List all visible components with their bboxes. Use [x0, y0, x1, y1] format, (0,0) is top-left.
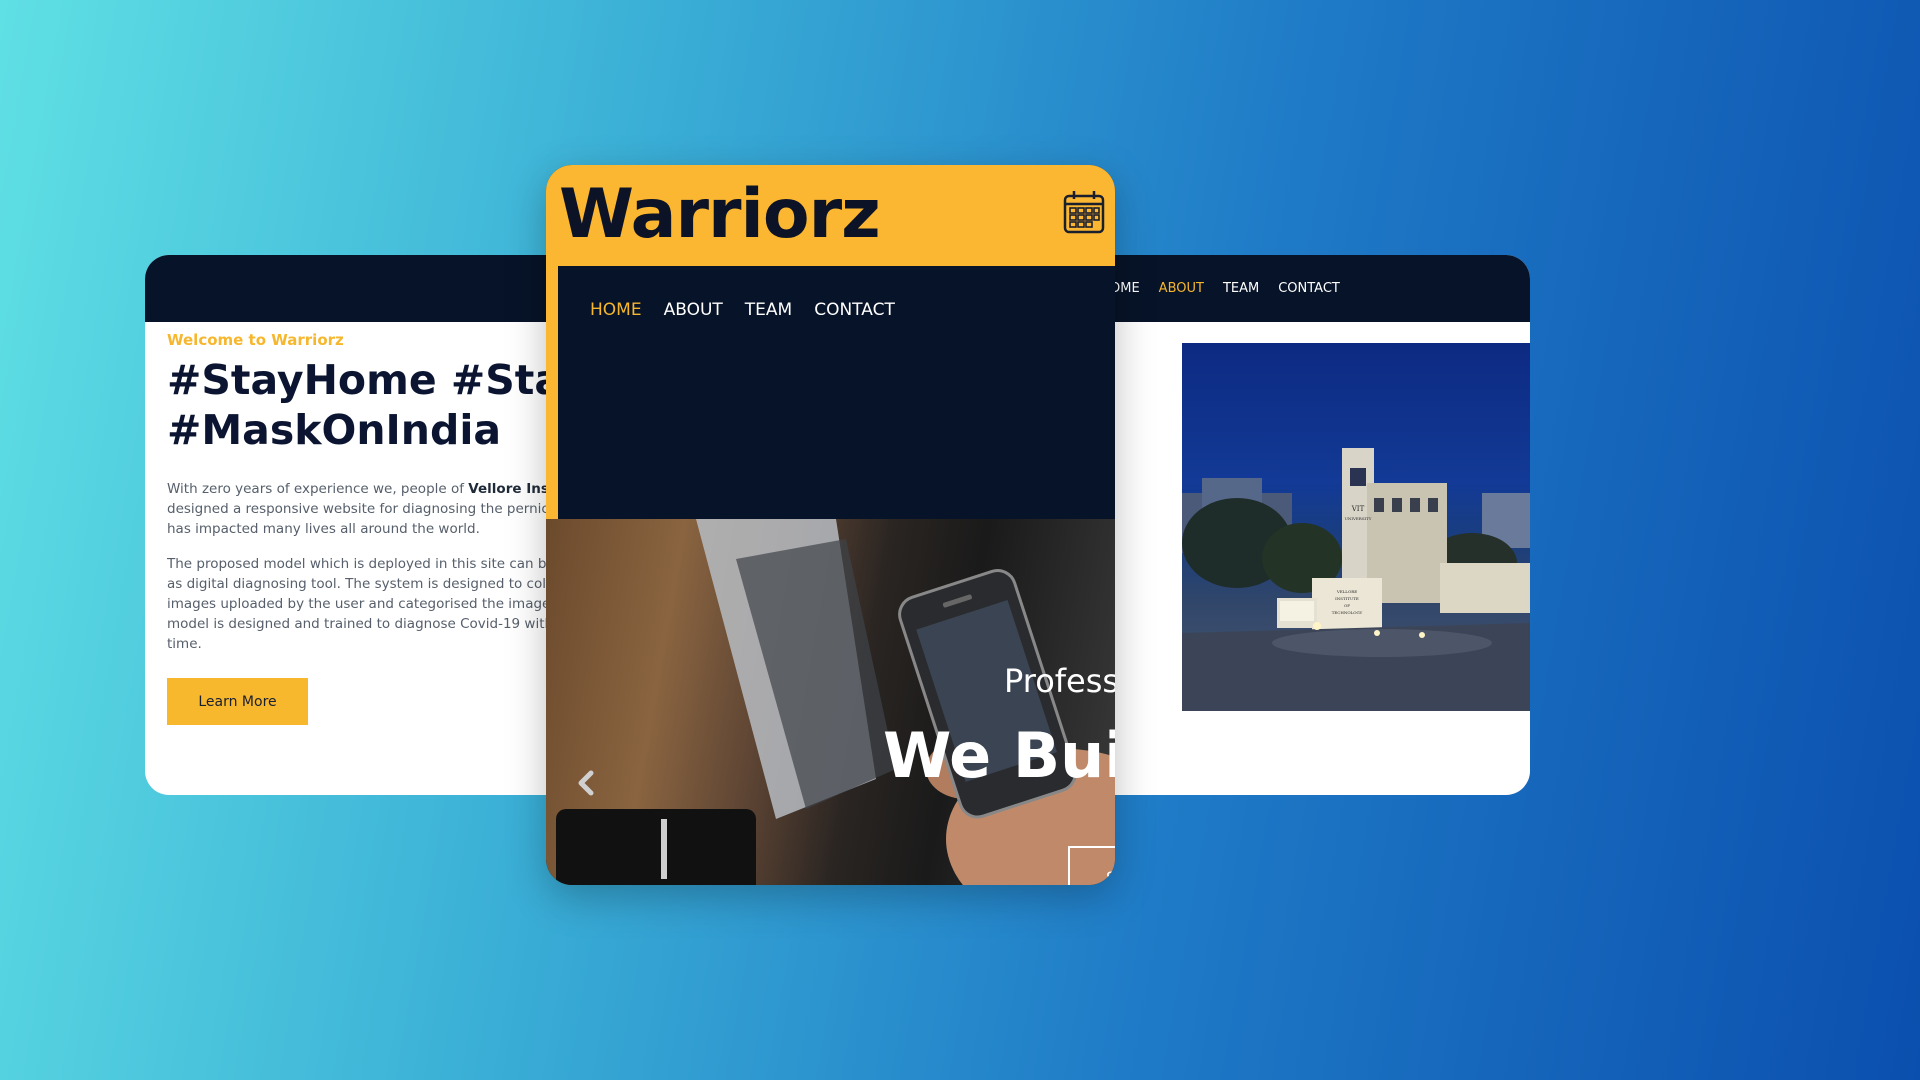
left-preview-card: Welcome to Warriorz #StayHome #Sta #Mask…: [145, 255, 575, 795]
photo-sign-technology: TECHNOLOGY: [1332, 610, 1363, 615]
hero-cta-button[interactable]: S: [1068, 846, 1115, 885]
photo-sign-institute: INSTITUTE: [1335, 596, 1359, 601]
left-card-navbar: [145, 255, 575, 322]
model-paragraph-line-5: time.: [167, 636, 202, 652]
right-card-nav: OME ABOUT TEAM CONTACT: [1110, 281, 1359, 296]
hero-subtitle: Profess: [1004, 662, 1115, 700]
learn-more-button[interactable]: Learn More: [167, 678, 308, 725]
photo-sign-vit: VIT: [1351, 505, 1365, 513]
model-paragraph-line-1: The proposed model which is deployed in …: [167, 556, 555, 572]
intro-paragraph-line-2: designed a responsive website for diagno…: [167, 501, 553, 517]
model-paragraph-line-2: as digital diagnosing tool. The system i…: [167, 576, 559, 592]
photo-sign-of: OF: [1344, 603, 1350, 608]
intro-paragraph-line-3: has impacted many lives all around the w…: [167, 521, 480, 537]
center-preview-card: Warriorz HOME ABOUT TEAM CONTACT Profess…: [546, 165, 1115, 885]
intro-paragraph-line-1: With zero years of experience we, people…: [167, 481, 575, 497]
photo-sign-university: UNIVERSITY: [1345, 516, 1372, 521]
right-nav-about[interactable]: ABOUT: [1159, 281, 1204, 296]
main-nav: HOME ABOUT TEAM CONTACT: [590, 300, 917, 320]
intro-paragraph: With zero years of experience we, people…: [167, 479, 575, 539]
hero-background-image: [556, 519, 1115, 885]
right-nav-contact[interactable]: CONTACT: [1278, 281, 1340, 296]
nav-home[interactable]: HOME: [590, 300, 642, 320]
welcome-text: Welcome to Warriorz: [167, 331, 344, 349]
model-paragraph: The proposed model which is deployed in …: [167, 554, 575, 654]
chevron-left-icon[interactable]: [576, 770, 596, 796]
campus-photo-illustration: VIT UNIVERSITY VELLORE INSTITUTE OF TECH…: [1182, 448, 1530, 711]
nav-about[interactable]: ABOUT: [664, 300, 723, 320]
brand-logo[interactable]: Warriorz: [559, 175, 881, 254]
hero-title: We Bui: [883, 719, 1115, 792]
photo-sign-vellore: VELLORE: [1336, 589, 1357, 594]
brand-bar: Warriorz: [546, 165, 1115, 266]
right-preview-card: OME ABOUT TEAM CONTACT VIT UNIVERSITY VE…: [1110, 255, 1530, 795]
model-paragraph-line-3: images uploaded by the user and categori…: [167, 596, 551, 612]
headline-line-1: #StayHome #Sta: [167, 356, 563, 404]
calendar-icon[interactable]: [1063, 189, 1105, 235]
right-nav-team[interactable]: TEAM: [1223, 281, 1259, 296]
model-paragraph-line-4: model is designed and trained to diagnos…: [167, 616, 554, 632]
hero-slider: Profess We Bui S: [546, 519, 1115, 885]
nav-contact[interactable]: CONTACT: [814, 300, 895, 320]
right-card-navbar: OME ABOUT TEAM CONTACT: [1110, 255, 1530, 322]
hero-headline: #StayHome #Sta #MaskOnIndia: [167, 355, 562, 455]
nav-team[interactable]: TEAM: [745, 300, 792, 320]
nav-accent-strip: [546, 266, 558, 519]
campus-photo: VIT UNIVERSITY VELLORE INSTITUTE OF TECH…: [1182, 343, 1530, 711]
headline-line-2: #MaskOnIndia: [167, 406, 502, 454]
